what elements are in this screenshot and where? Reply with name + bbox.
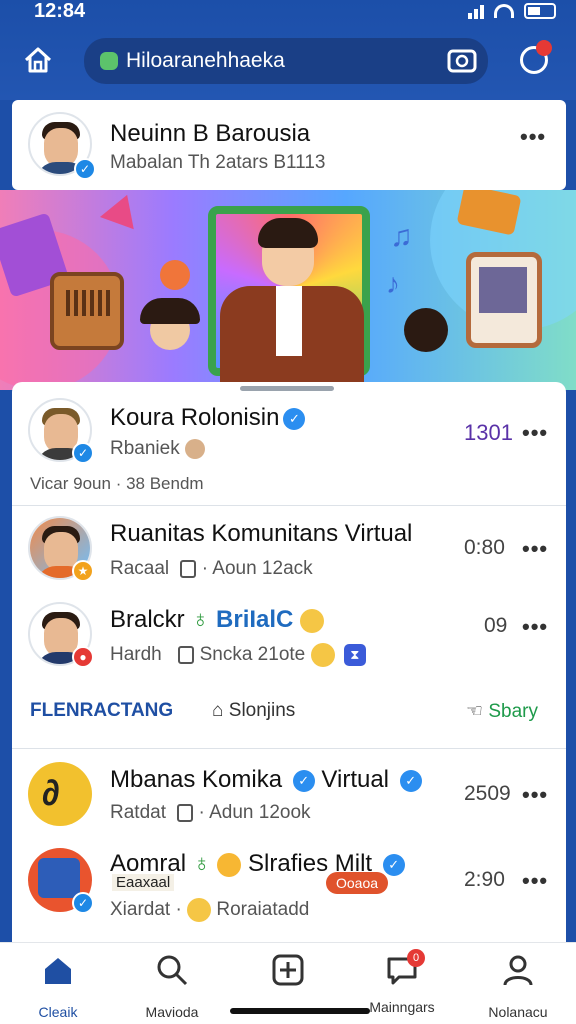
profile-name: Neuinn B Barousia — [110, 120, 311, 147]
more-options-icon[interactable]: ••• — [522, 782, 548, 808]
battery-icon — [524, 3, 556, 19]
more-options-icon[interactable]: ••• — [522, 614, 548, 640]
wifi-icon — [494, 4, 514, 18]
feed-name-3: Bralckr ♁ BriIalC — [110, 606, 325, 634]
triangle-shape — [99, 190, 145, 230]
home-icon — [45, 958, 71, 984]
search-text: Hiloaranehhaeka — [126, 49, 285, 72]
verified-icon: ✓ — [283, 407, 306, 430]
emoji-icon — [217, 852, 242, 877]
add-icon — [272, 954, 304, 986]
feed-sub-2: Racaal · Aoun 12ack — [110, 558, 313, 579]
verified-badge-icon: ✓ — [72, 892, 94, 914]
search-input[interactable]: Hiloaranehhaeka — [84, 38, 488, 84]
leaf-icon: ♁ — [191, 606, 210, 633]
home-icon[interactable] — [20, 42, 56, 78]
tv-icon — [466, 252, 542, 348]
feed-count: 1301 — [464, 420, 513, 445]
profile-subtitle: Mabalan Th 2atars B1113 — [110, 152, 326, 173]
hero-banner: ♫ ♪ — [0, 190, 576, 390]
music-note-icon-2: ♪ — [386, 268, 400, 299]
action-row: FLENRACTANG ⌂ Slonjins ☜ Sbary — [12, 690, 566, 734]
bookmark-icon — [176, 803, 193, 822]
tab-messages[interactable]: 0 Mainngars — [352, 949, 452, 1015]
verified-icon: ✓ — [292, 769, 315, 792]
feed-sub-3: Hardh Sncka 21ote ⧗ — [110, 643, 366, 667]
feed-time-3: 09 — [484, 614, 508, 637]
emoji-icon — [300, 608, 325, 633]
feed-meta-1: Vicar 9oun · 38 Bendm — [30, 474, 204, 493]
feed-name-4: Mbanas Komika ✓ Virtual ✓ — [110, 766, 422, 794]
feed-name-1: Koura Rolonisin ✓ — [110, 404, 306, 432]
feed-sub-4: Ratdat · Adun 12ook — [110, 802, 311, 823]
message-badge: 0 — [407, 949, 425, 967]
status-time: 12:84 — [34, 0, 86, 22]
notification-button[interactable] — [512, 36, 560, 84]
overlay-tag: Eaaxaal — [112, 874, 175, 891]
more-options-icon[interactable]: ••• — [522, 536, 548, 562]
music-note-icon: ♫ — [390, 220, 413, 253]
emoji-icon — [187, 898, 212, 922]
more-options-icon[interactable]: ••• — [522, 420, 548, 446]
feed-sub-1: Rbaniek — [110, 438, 205, 460]
profile-card[interactable]: ✓ Neuinn B Barousia Mabalan Th 2atars B1… — [12, 100, 566, 190]
emoji-icon — [310, 643, 335, 667]
feed-name-2: Ruanitas Komunitans Virtual — [110, 520, 413, 547]
radio-icon — [50, 272, 124, 350]
share-action[interactable]: ⌂ Slonjins — [212, 700, 295, 722]
status-icons — [468, 3, 556, 19]
emoji-icon — [185, 438, 205, 459]
feed-time-4: 2509 — [464, 782, 511, 805]
verified-icon: ✓ — [382, 853, 405, 876]
camera-icon[interactable] — [438, 36, 486, 84]
more-options-icon[interactable]: ••• — [522, 868, 548, 894]
record-icon — [160, 260, 190, 290]
leaf-icon: ♁ — [192, 850, 211, 877]
feed-avatar-4[interactable]: ∂ — [28, 762, 92, 826]
signal-icon — [468, 3, 484, 19]
more-options-icon[interactable]: ••• — [520, 124, 546, 150]
search-icon — [157, 955, 188, 986]
live-badge-icon: ● — [72, 646, 94, 668]
like-icon: ☜ — [466, 701, 484, 722]
status-bar: 12:84 — [0, 0, 576, 26]
divider — [12, 748, 566, 749]
share-icon: ⌂ — [212, 700, 224, 721]
feed-time-5: 2:90 — [464, 868, 505, 891]
tab-home[interactable]: Cleaik — [8, 953, 108, 1020]
divider — [12, 505, 566, 506]
child-figure-2 — [404, 308, 448, 352]
verified-badge-icon: ✓ — [72, 442, 94, 464]
bookmark-icon — [179, 559, 196, 578]
top-app-bar: 12:84 Hiloaranehhaeka — [0, 0, 576, 100]
chat-icon: 0 — [385, 949, 425, 987]
lock-icon — [100, 52, 118, 70]
home-indicator[interactable] — [230, 1008, 370, 1014]
notification-dot — [536, 40, 552, 56]
feed-time-2: 0:80 — [464, 536, 505, 559]
sheet-grabber[interactable] — [240, 386, 334, 391]
hourglass-icon: ⧗ — [343, 644, 366, 666]
interacting-action[interactable]: FLENRACTANG — [30, 700, 173, 722]
overlay-bubble: Ooaoa — [326, 872, 389, 894]
feed-sub-5: Xiardat · Roraiatadd — [110, 898, 310, 922]
tab-search[interactable]: Mavioda — [122, 953, 222, 1020]
story-action[interactable]: ☜ Sbary — [466, 700, 538, 723]
status-badge-icon: ★ — [72, 560, 94, 582]
tab-create[interactable] — [238, 953, 338, 1004]
profile-icon — [503, 955, 533, 986]
verified-icon: ✓ — [399, 769, 422, 792]
verified-badge-icon: ✓ — [74, 158, 96, 180]
header-row: Hiloaranehhaeka — [0, 36, 576, 86]
bookmark-icon — [177, 646, 194, 664]
tab-profile[interactable]: Nolanacu — [468, 953, 568, 1020]
